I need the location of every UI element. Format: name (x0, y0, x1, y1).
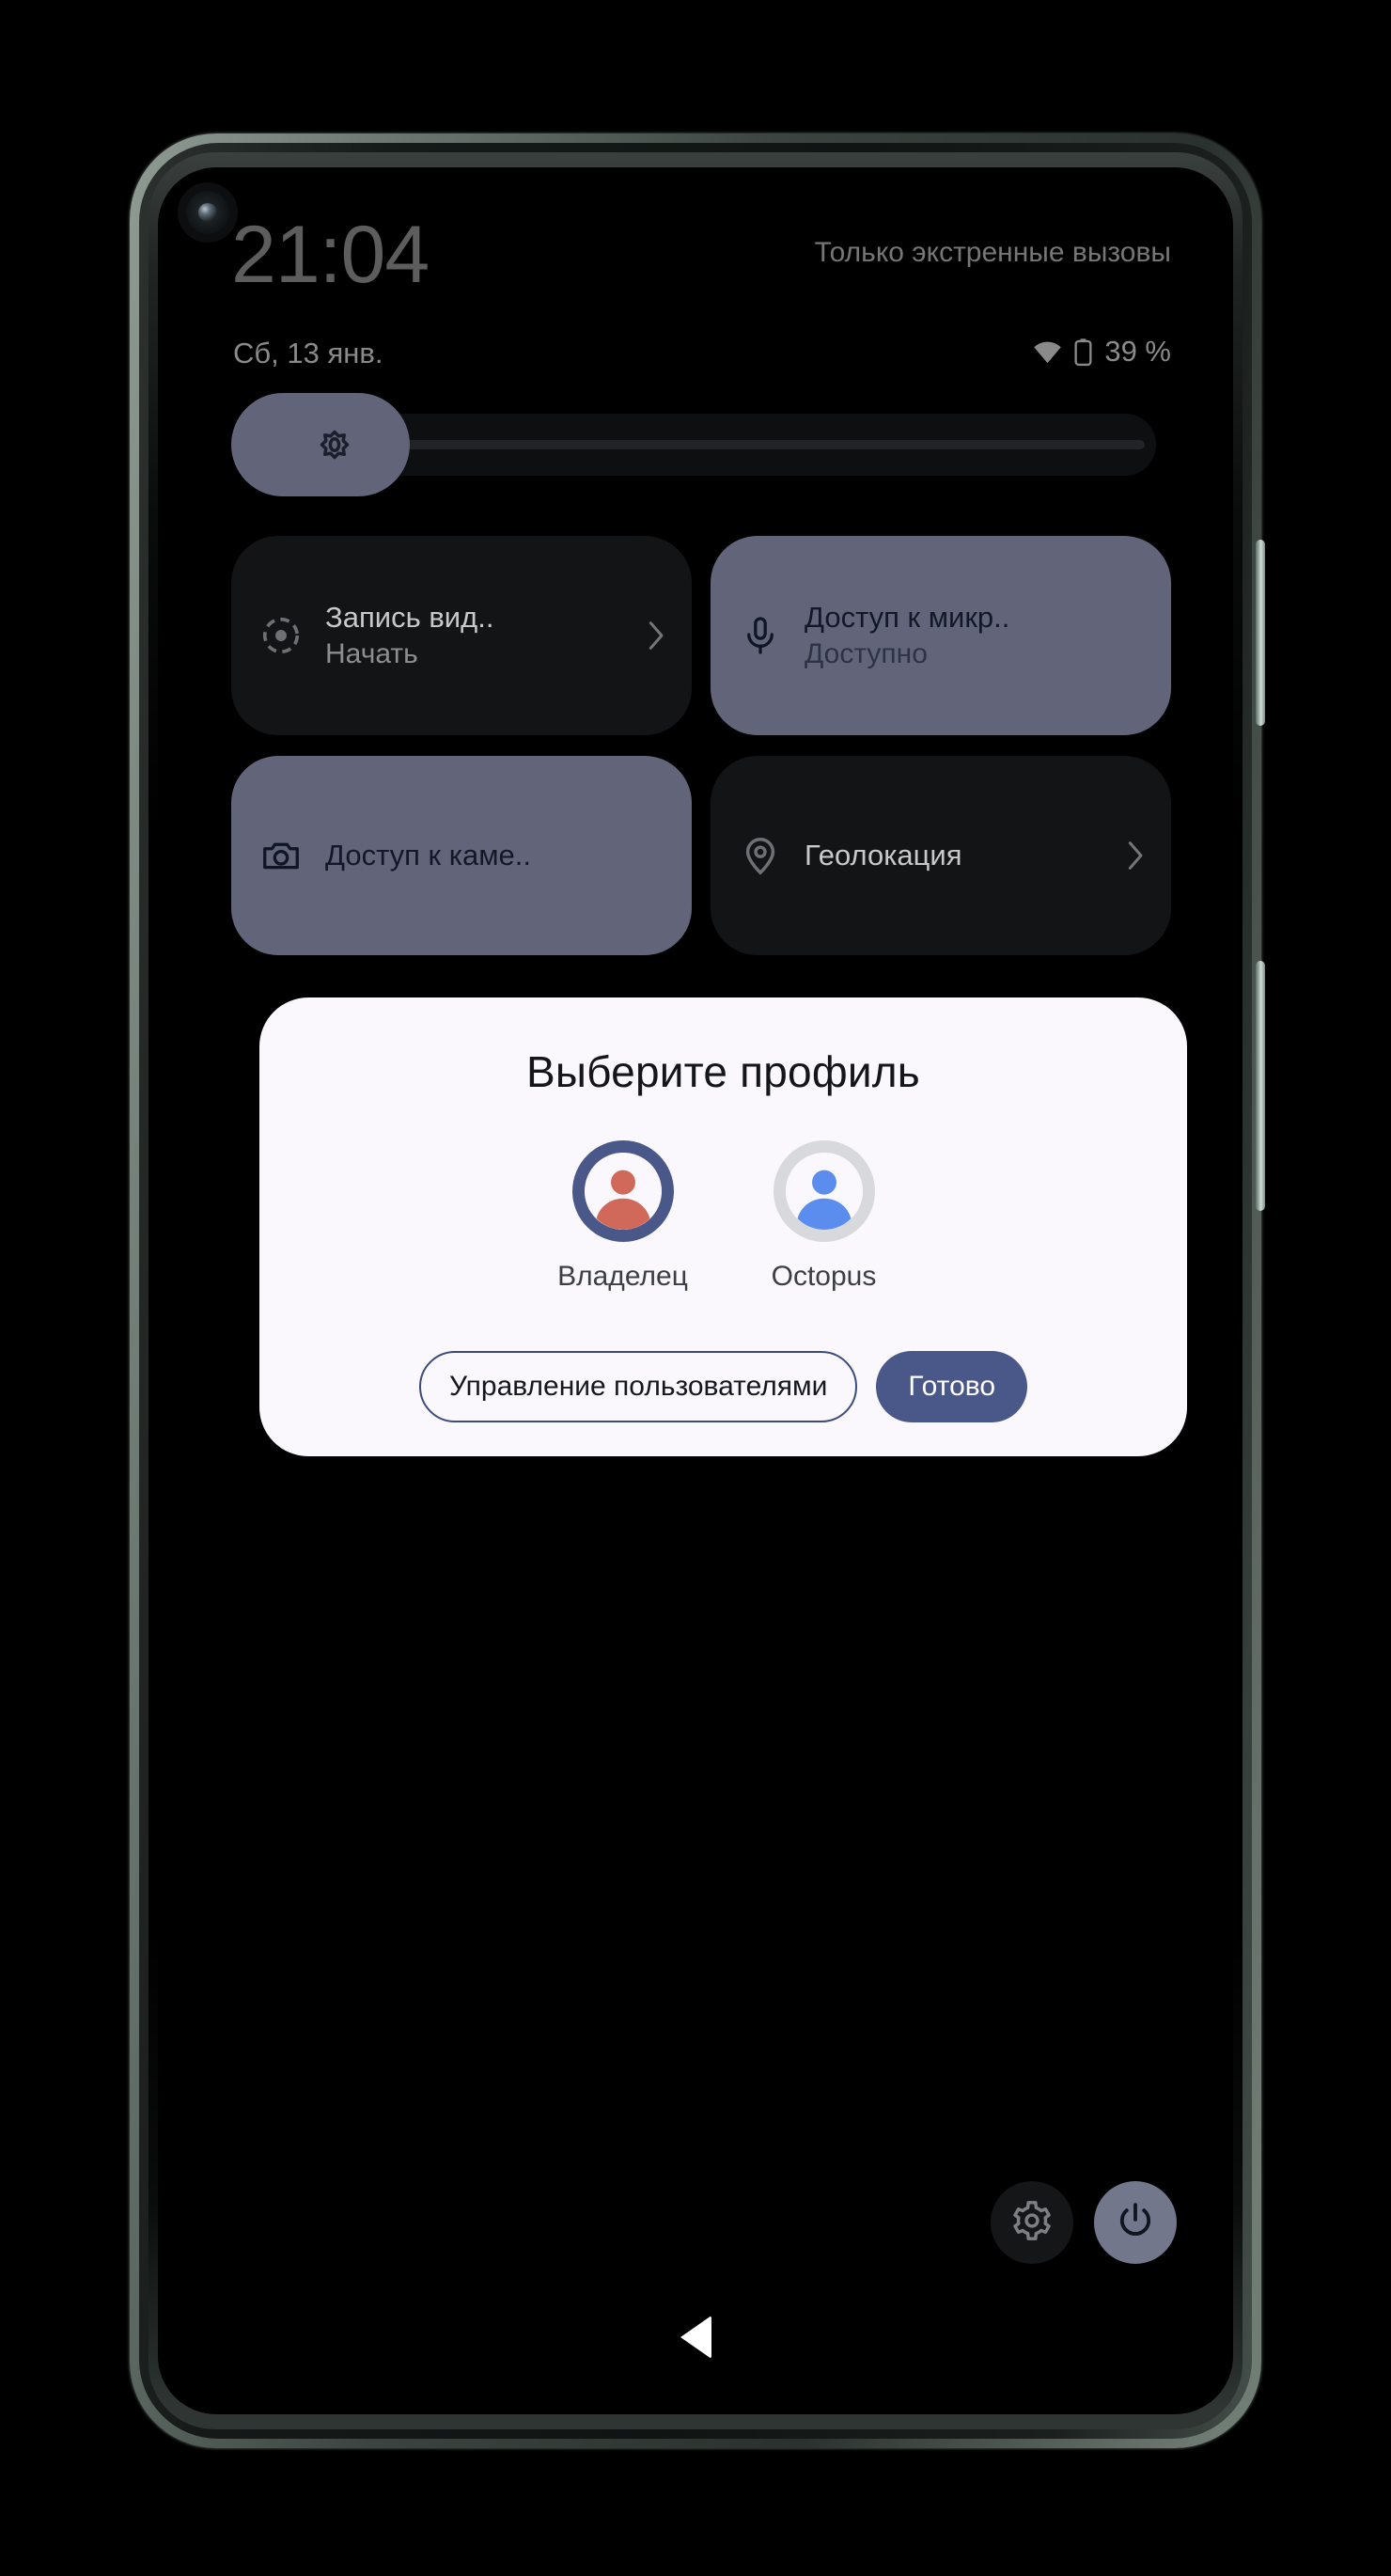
tile-title: Доступ к микр.. (805, 600, 1010, 634)
power-icon (1114, 2199, 1157, 2247)
camera-icon (259, 834, 303, 877)
lock-screen-shortcuts (991, 2181, 1177, 2264)
date-label: Сб, 13 янв. (233, 337, 383, 369)
tile-text-group: Запись вид.. Начать (325, 600, 639, 671)
power-shortcut[interactable] (1094, 2181, 1177, 2264)
profile-name: Владелец (557, 1261, 688, 1292)
profile-item-octopus[interactable]: Octopus (751, 1140, 898, 1293)
tile-text-group: Доступ к микр.. Доступно (805, 600, 1147, 671)
back-arrow-shape (680, 2316, 711, 2359)
wifi-icon (1033, 339, 1062, 364)
avatar (773, 1140, 875, 1242)
side-key-power[interactable] (1256, 540, 1265, 726)
manage-users-button[interactable]: Управление пользователями (418, 1351, 858, 1422)
screen-record-icon (259, 614, 303, 657)
dialog-actions: Управление пользователями Готово (259, 1351, 1187, 1422)
brightness-line (402, 440, 1145, 449)
profile-name: Octopus (771, 1261, 877, 1292)
battery-icon (1073, 337, 1093, 367)
status-icons: 39 % (1033, 335, 1171, 369)
tile-subtitle: Доступно (805, 637, 928, 669)
microphone-icon (739, 614, 782, 657)
tile-text-group: Геолокация (805, 838, 1118, 874)
done-button[interactable]: Готово (876, 1351, 1028, 1422)
tile-title: Доступ к каме.. (325, 838, 531, 872)
chevron-right-icon[interactable] (1126, 837, 1147, 874)
tile-location[interactable]: Геолокация (711, 756, 1171, 955)
brightness-icon (314, 424, 355, 465)
profile-picker-dialog: Выберите профиль Владелец Octopus Управл… (259, 997, 1187, 1456)
side-key-volume[interactable] (1256, 961, 1265, 1211)
clock: 21:04 (231, 210, 430, 300)
profile-list: Владелец Octopus (259, 1140, 1187, 1293)
tile-microphone-access[interactable]: Доступ к микр.. Доступно (711, 536, 1171, 735)
chevron-right-icon[interactable] (647, 617, 667, 654)
phone-device-frame: 21:04 Только экстренные вызовы Сб, 13 ян… (130, 134, 1265, 2448)
dialog-title: Выберите профиль (526, 1047, 920, 1096)
battery-percent: 39 % (1104, 335, 1171, 368)
phone-screen: 21:04 Только экстренные вызовы Сб, 13 ян… (158, 167, 1233, 2414)
settings-shortcut[interactable] (991, 2181, 1073, 2264)
tile-subtitle: Начать (325, 637, 418, 669)
back-triangle-icon[interactable] (669, 2311, 722, 2364)
tile-text-group: Доступ к каме.. (325, 838, 667, 874)
avatar (571, 1140, 674, 1242)
person-icon (785, 1153, 863, 1230)
tile-camera-access[interactable]: Доступ к каме.. (231, 756, 692, 955)
screenshot-root: 21:04 Только экстренные вызовы Сб, 13 ян… (0, 0, 1391, 2576)
brightness-slider[interactable] (231, 393, 1156, 496)
carrier-label: Только экстренные вызовы (814, 237, 1171, 268)
tile-title: Геолокация (805, 838, 962, 872)
profile-item-owner[interactable]: Владелец (550, 1140, 696, 1293)
quick-settings-tiles: Запись вид.. Начать Доступ к микр.. Дост… (231, 536, 1171, 955)
tile-title: Запись вид.. (325, 600, 494, 634)
tile-screen-record[interactable]: Запись вид.. Начать (231, 536, 692, 735)
gear-icon (1010, 2199, 1054, 2247)
person-icon (584, 1153, 662, 1230)
location-icon (739, 834, 782, 877)
